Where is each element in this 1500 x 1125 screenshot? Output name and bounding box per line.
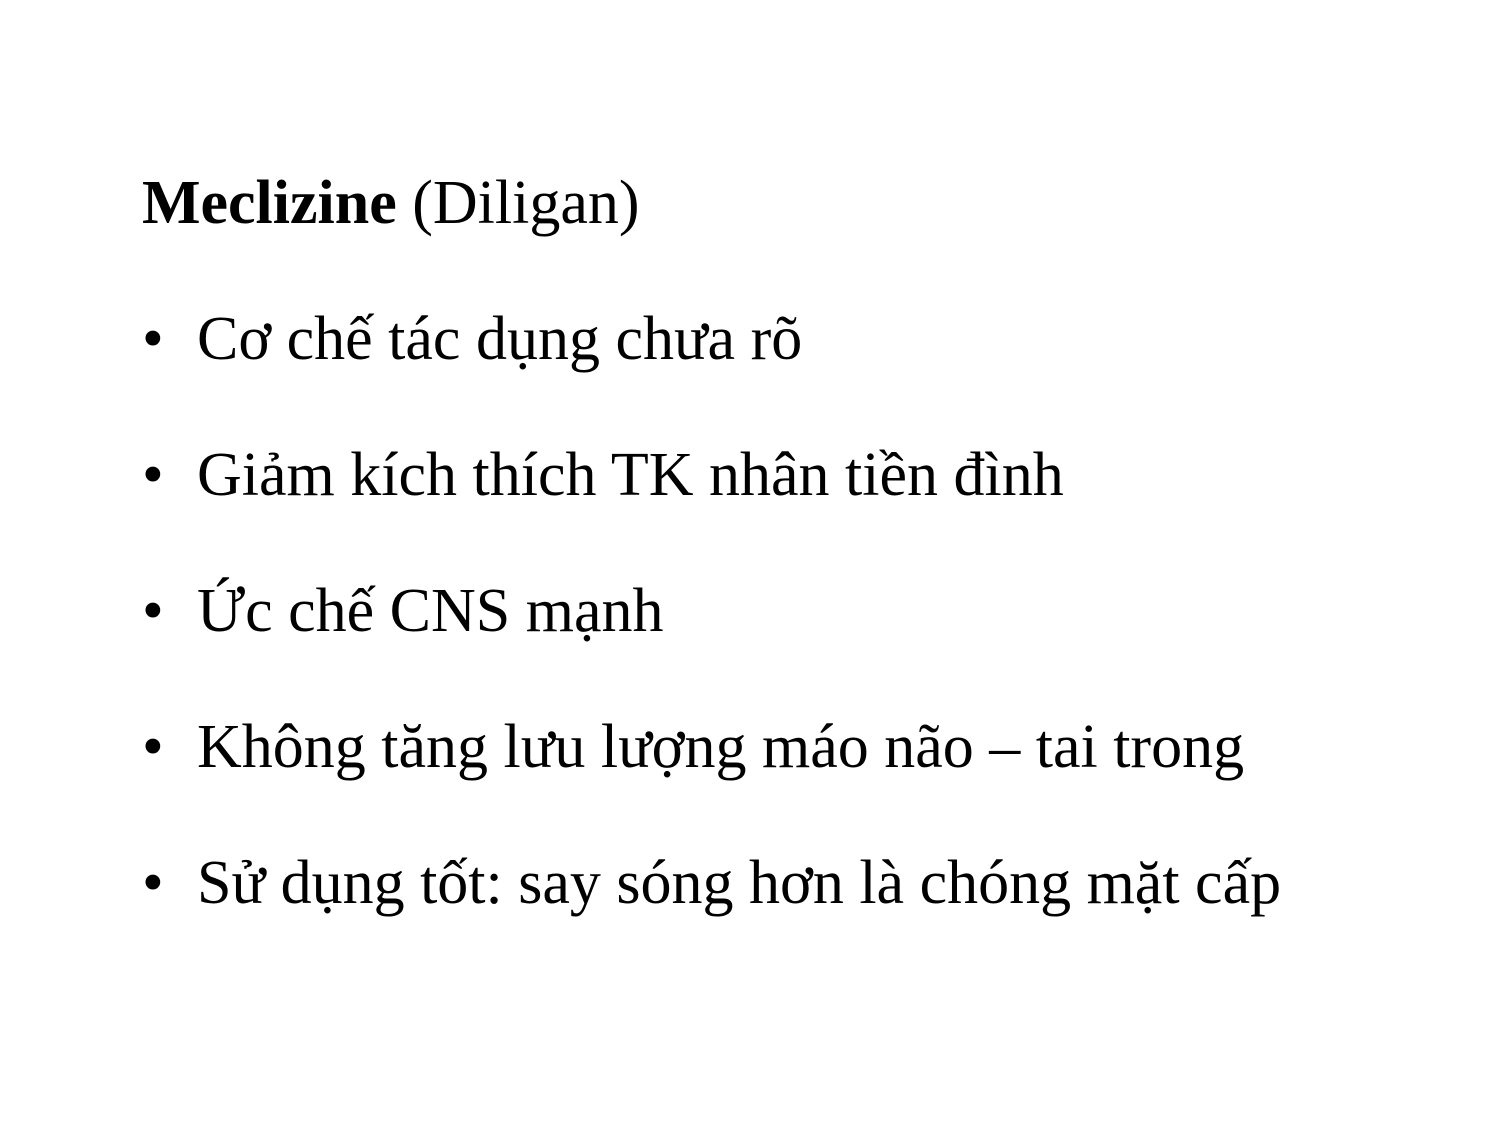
bullet-icon: •	[142, 849, 164, 917]
bullet-icon: •	[142, 441, 164, 509]
bullet-text: Cơ chế tác dụng chưa rõ	[197, 305, 803, 373]
slide-title: Meclizine (Diligan)	[142, 165, 640, 241]
bullet-icon: •	[142, 713, 164, 781]
brand-name: (Diligan)	[412, 169, 640, 237]
bullet-text: Giảm kích thích TK nhân tiền đình	[197, 441, 1064, 509]
slide: Meclizine (Diligan) • Cơ chế tác dụng ch…	[0, 0, 1500, 1125]
bullet-text: Không tăng lưu lượng máo não – tai trong	[197, 713, 1245, 781]
bullet-icon: •	[142, 577, 164, 645]
bullet-text: Sử dụng tốt: say sóng hơn là chóng mặt c…	[197, 849, 1282, 917]
bullet-text: Ức chế CNS mạnh	[197, 577, 664, 645]
bullet-icon: •	[142, 305, 164, 373]
drug-name: Meclizine	[142, 169, 397, 237]
